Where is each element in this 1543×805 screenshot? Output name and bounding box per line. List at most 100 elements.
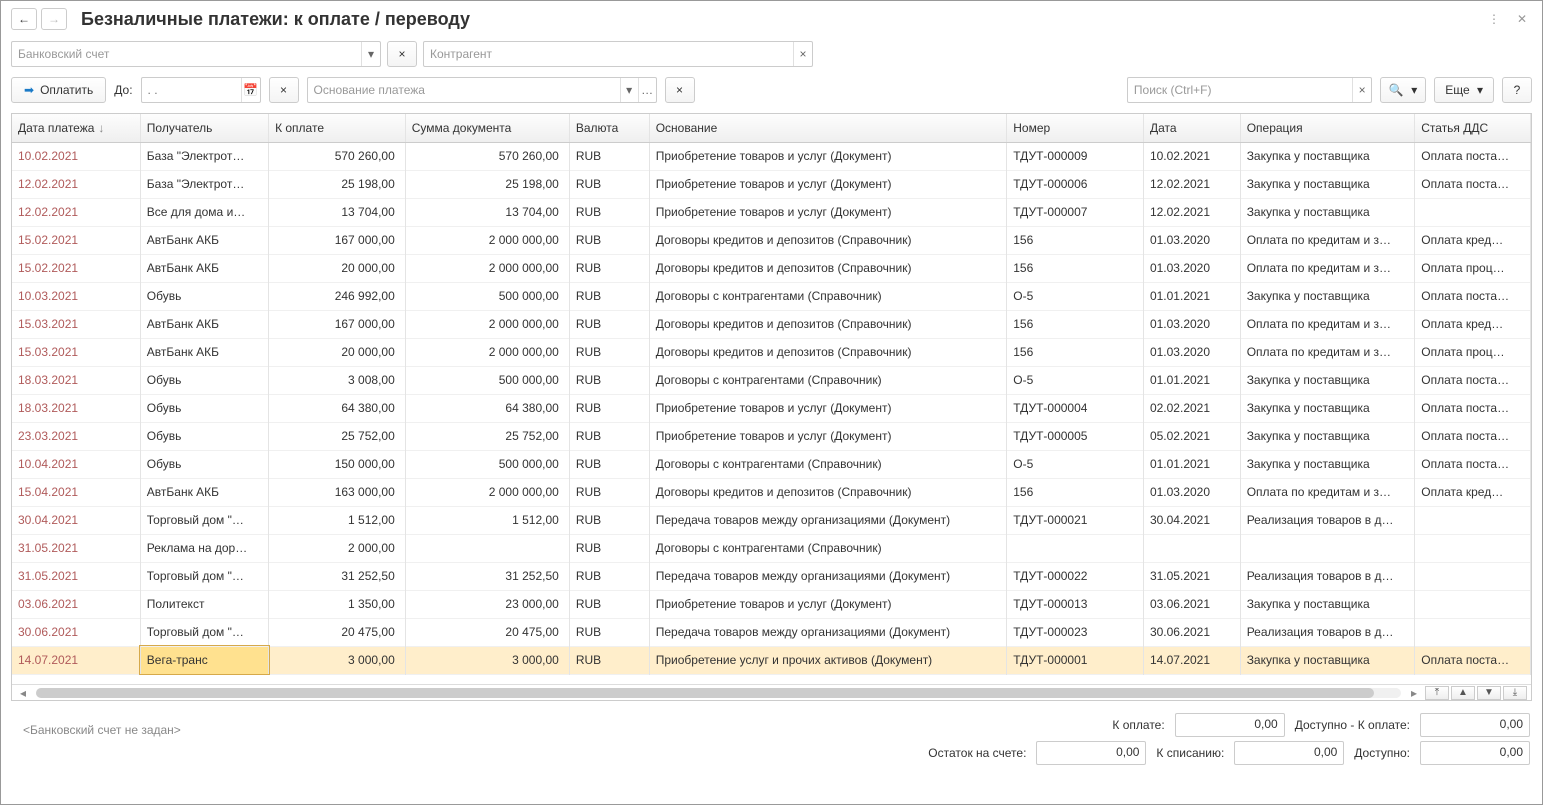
cell[interactable]: RUB (569, 590, 649, 618)
cell[interactable]: 25 752,00 (269, 422, 406, 450)
cell[interactable]: RUB (569, 338, 649, 366)
search-clear-icon[interactable]: × (1352, 78, 1370, 102)
table-row[interactable]: 18.03.2021Обувь3 008,00500 000,00RUBДого… (12, 366, 1531, 394)
cell[interactable]: АвтБанк АКБ (140, 226, 268, 254)
cell[interactable] (1007, 534, 1144, 562)
cell[interactable]: 12.02.2021 (12, 170, 140, 198)
cell[interactable]: ТДУТ-000009 (1007, 142, 1144, 170)
cell[interactable] (405, 534, 569, 562)
cell[interactable]: Оплата проц… (1415, 254, 1531, 282)
calendar-icon[interactable]: 📅 (241, 78, 259, 102)
goto-first-button[interactable]: ⤒ (1425, 686, 1449, 700)
table-row[interactable]: 14.07.2021Вега-транс3 000,003 000,00RUBП… (12, 646, 1531, 674)
cell[interactable]: Приобретение товаров и услуг (Документ) (649, 590, 1007, 618)
close-icon[interactable]: ✕ (1512, 9, 1532, 29)
cell[interactable]: Закупка у поставщика (1240, 646, 1415, 674)
horizontal-scrollbar[interactable]: ◂ ▸ ⤒ ▲ ▼ ⤓ (12, 684, 1531, 700)
cell[interactable]: Передача товаров между организациями (До… (649, 618, 1007, 646)
cell[interactable]: Оплата поста… (1415, 450, 1531, 478)
cell[interactable]: 15.02.2021 (12, 226, 140, 254)
table-row[interactable]: 31.05.2021Торговый дом "…31 252,5031 252… (12, 562, 1531, 590)
cell[interactable]: Оплата поста… (1415, 142, 1531, 170)
goto-last-button[interactable]: ⤓ (1503, 686, 1527, 700)
cell[interactable]: Оплата поста… (1415, 646, 1531, 674)
until-clear-button[interactable]: × (269, 77, 299, 103)
cell[interactable]: 25 752,00 (405, 422, 569, 450)
cell[interactable]: 01.01.2021 (1143, 366, 1240, 394)
cell[interactable]: Договоры кредитов и депозитов (Справочни… (649, 478, 1007, 506)
cell[interactable]: 30.04.2021 (1143, 506, 1240, 534)
cell[interactable]: RUB (569, 366, 649, 394)
cell[interactable]: ТДУТ-000023 (1007, 618, 1144, 646)
cell[interactable]: Оплата поста… (1415, 170, 1531, 198)
cell[interactable]: 25 198,00 (269, 170, 406, 198)
cell[interactable]: 500 000,00 (405, 282, 569, 310)
cell[interactable]: Торговый дом "… (140, 506, 268, 534)
cell[interactable]: 2 000 000,00 (405, 338, 569, 366)
cell[interactable]: База "Электрот… (140, 142, 268, 170)
cell[interactable]: Закупка у поставщика (1240, 170, 1415, 198)
cell[interactable]: 500 000,00 (405, 366, 569, 394)
cell[interactable]: 156 (1007, 310, 1144, 338)
cell[interactable]: 3 008,00 (269, 366, 406, 394)
counterparty-clear-icon[interactable]: × (793, 42, 812, 66)
cell[interactable]: 20 000,00 (269, 338, 406, 366)
table-row[interactable]: 03.06.2021Политекст1 350,0023 000,00RUBП… (12, 590, 1531, 618)
cell[interactable]: RUB (569, 422, 649, 450)
cell[interactable]: Договоры кредитов и депозитов (Справочни… (649, 338, 1007, 366)
cell[interactable]: Реклама на дор… (140, 534, 268, 562)
cell[interactable]: 02.02.2021 (1143, 394, 1240, 422)
col-header-8[interactable]: Операция (1240, 114, 1415, 142)
col-header-0[interactable]: Дата платежа↓ (12, 114, 140, 142)
cell[interactable]: ТДУТ-000013 (1007, 590, 1144, 618)
table-row[interactable]: 23.03.2021Обувь25 752,0025 752,00RUBПрио… (12, 422, 1531, 450)
cell[interactable]: 18.03.2021 (12, 394, 140, 422)
search-button[interactable]: 🔍 ▾ (1380, 77, 1426, 103)
cell[interactable]: ТДУТ-000001 (1007, 646, 1144, 674)
cell[interactable]: Договоры с контрагентами (Справочник) (649, 366, 1007, 394)
cell[interactable]: Обувь (140, 282, 268, 310)
cell[interactable]: О-5 (1007, 366, 1144, 394)
cell[interactable]: О-5 (1007, 450, 1144, 478)
cell[interactable]: 01.03.2020 (1143, 338, 1240, 366)
cell[interactable]: ТДУТ-000022 (1007, 562, 1144, 590)
until-date-input[interactable] (142, 83, 242, 97)
cell[interactable]: 64 380,00 (405, 394, 569, 422)
cell[interactable]: 167 000,00 (269, 310, 406, 338)
cell[interactable]: О-5 (1007, 282, 1144, 310)
cell[interactable]: Оплата поста… (1415, 394, 1531, 422)
cell[interactable]: 163 000,00 (269, 478, 406, 506)
cell[interactable]: 1 512,00 (269, 506, 406, 534)
cell[interactable]: 10.02.2021 (12, 142, 140, 170)
cell[interactable]: 156 (1007, 254, 1144, 282)
cell[interactable]: ТДУТ-000004 (1007, 394, 1144, 422)
cell[interactable]: Закупка у поставщика (1240, 142, 1415, 170)
cell[interactable]: Приобретение услуг и прочих активов (Док… (649, 646, 1007, 674)
cell[interactable]: RUB (569, 170, 649, 198)
cell[interactable]: 156 (1007, 478, 1144, 506)
cell[interactable]: RUB (569, 310, 649, 338)
cell[interactable]: Передача товаров между организациями (До… (649, 562, 1007, 590)
cell[interactable]: Закупка у поставщика (1240, 422, 1415, 450)
table-row[interactable]: 31.05.2021Реклама на дор…2 000,00RUBДого… (12, 534, 1531, 562)
cell[interactable]: 20 000,00 (269, 254, 406, 282)
col-header-1[interactable]: Получатель (140, 114, 268, 142)
basis-ellipsis-icon[interactable]: … (638, 78, 656, 102)
payments-grid[interactable]: Дата платежа↓ПолучательК оплатеСумма док… (11, 113, 1532, 701)
cell[interactable]: 31.05.2021 (12, 534, 140, 562)
scroll-right-icon[interactable]: ▸ (1407, 686, 1421, 700)
cell[interactable]: 25 198,00 (405, 170, 569, 198)
table-row[interactable]: 15.02.2021АвтБанк АКБ167 000,002 000 000… (12, 226, 1531, 254)
cell[interactable]: 12.02.2021 (1143, 170, 1240, 198)
cell[interactable]: 150 000,00 (269, 450, 406, 478)
cell[interactable]: Обувь (140, 394, 268, 422)
cell[interactable]: 1 350,00 (269, 590, 406, 618)
cell[interactable] (1415, 534, 1531, 562)
cell[interactable]: 156 (1007, 226, 1144, 254)
cell[interactable]: 20 475,00 (269, 618, 406, 646)
cell[interactable]: RUB (569, 198, 649, 226)
cell[interactable]: 03.06.2021 (12, 590, 140, 618)
col-header-3[interactable]: Сумма документа (405, 114, 569, 142)
cell[interactable]: 13 704,00 (269, 198, 406, 226)
goto-up-button[interactable]: ▲ (1451, 686, 1475, 700)
